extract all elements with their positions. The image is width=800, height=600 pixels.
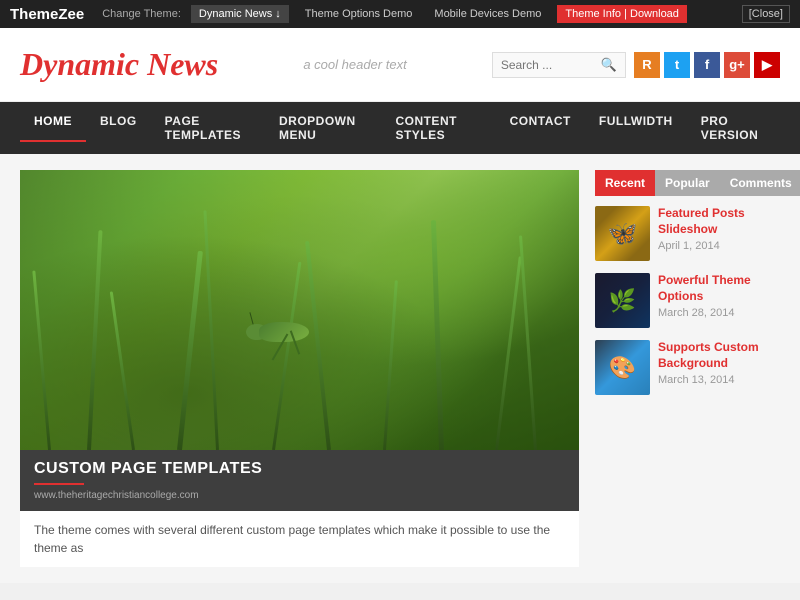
sidebar-post-1: Featured Posts Slideshow April 1, 2014 [595,206,780,261]
site-logo: ThemeZee [10,6,84,23]
theme-options-link[interactable]: Theme Options Demo [299,5,419,23]
search-box: 🔍 [492,52,626,78]
nav-link-content-styles[interactable]: CONTENT STYLES [381,102,495,154]
blue-thumb [595,340,650,395]
nav-link-blog[interactable]: BLOG [86,102,151,140]
post-date-2: March 28, 2014 [658,307,734,319]
post-thumbnail-3 [595,340,650,395]
googleplus-icon[interactable]: g+ [724,52,750,78]
post-date-3: March 13, 2014 [658,374,734,386]
post-thumbnail-1 [595,206,650,261]
tab-recent[interactable]: Recent [595,170,655,196]
nav-item-page-templates[interactable]: PAGE TEMPLATES [151,102,265,154]
nav-link-pro-version[interactable]: PRO VERSION [687,102,780,154]
site-header: Dynamic News a cool header text 🔍 R t f … [0,28,800,102]
post-title-link-3[interactable]: Supports Custom Background [658,340,780,371]
top-bar: ThemeZee Change Theme: Dynamic News ↓ Th… [0,0,800,28]
sidebar-post-2: Powerful Theme Options March 28, 2014 [595,273,780,328]
sidebar-post-info-2: Powerful Theme Options March 28, 2014 [658,273,780,319]
close-button[interactable]: [Close] [742,5,790,23]
nav-item-home[interactable]: HOME [20,102,86,154]
nav-item-blog[interactable]: BLOG [86,102,151,154]
search-input[interactable] [501,58,601,72]
change-theme-label: Change Theme: [102,8,181,20]
content-wrapper: CUSTOM PAGE TEMPLATES www.theheritagechr… [0,154,800,583]
twitter-icon[interactable]: t [664,52,690,78]
post-excerpt: The theme comes with several different c… [20,511,579,567]
social-icons: R t f g+ ▶ [634,52,780,78]
sidebar-tabs: Recent Popular Comments [595,170,780,196]
caption-divider [34,483,84,485]
nav-link-dropdown-menu[interactable]: DROPDOWN MENU [265,102,381,154]
tab-comments[interactable]: Comments [720,170,800,196]
post-thumbnail-2 [595,273,650,328]
nav-link-home[interactable]: HOME [20,102,86,142]
post-caption: CUSTOM PAGE TEMPLATES www.theheritagechr… [20,450,579,511]
sidebar-post-info-3: Supports Custom Background March 13, 201… [658,340,780,386]
youtube-icon[interactable]: ▶ [754,52,780,78]
butterfly-thumb [595,206,650,261]
search-icon[interactable]: 🔍 [601,57,617,73]
sidebar-post-3: Supports Custom Background March 13, 201… [595,340,780,395]
mobile-devices-link[interactable]: Mobile Devices Demo [428,5,547,23]
facebook-icon[interactable]: f [694,52,720,78]
sidebar: Recent Popular Comments Featured Posts S… [595,170,780,567]
theme-info-link[interactable]: Theme Info | Download [557,5,687,23]
tab-popular[interactable]: Popular [655,170,720,196]
nav-link-fullwidth[interactable]: FULLWIDTH [585,102,687,140]
post-title-link-2[interactable]: Powerful Theme Options [658,273,780,304]
rss-icon[interactable]: R [634,52,660,78]
post-date-1: April 1, 2014 [658,240,720,252]
active-theme-button[interactable]: Dynamic News ↓ [191,5,289,23]
nav-item-content-styles[interactable]: CONTENT STYLES [381,102,495,154]
main-content: CUSTOM PAGE TEMPLATES www.theheritagechr… [20,170,579,567]
post-title: CUSTOM PAGE TEMPLATES [34,460,565,478]
featured-image [20,170,579,450]
header-tagline: a cool header text [303,57,406,72]
post-title-link-1[interactable]: Featured Posts Slideshow [658,206,780,237]
sidebar-post-info-1: Featured Posts Slideshow April 1, 2014 [658,206,780,252]
main-nav: HOME BLOG PAGE TEMPLATES DROPDOWN MENU C… [0,102,800,154]
featured-image-container: CUSTOM PAGE TEMPLATES www.theheritagechr… [20,170,579,511]
nav-item-fullwidth[interactable]: FULLWIDTH [585,102,687,154]
header-right: 🔍 R t f g+ ▶ [492,52,780,78]
nav-link-page-templates[interactable]: PAGE TEMPLATES [151,102,265,154]
nav-item-dropdown-menu[interactable]: DROPDOWN MENU [265,102,381,154]
grasshopper-image [244,312,324,352]
nav-item-pro-version[interactable]: PRO VERSION [687,102,780,154]
post-watermark: www.theheritagechristiancollege.com [34,490,565,501]
nav-item-contact[interactable]: CONTACT [496,102,585,154]
dark-thumb [595,273,650,328]
site-title[interactable]: Dynamic News [20,46,218,83]
nav-link-contact[interactable]: CONTACT [496,102,585,140]
